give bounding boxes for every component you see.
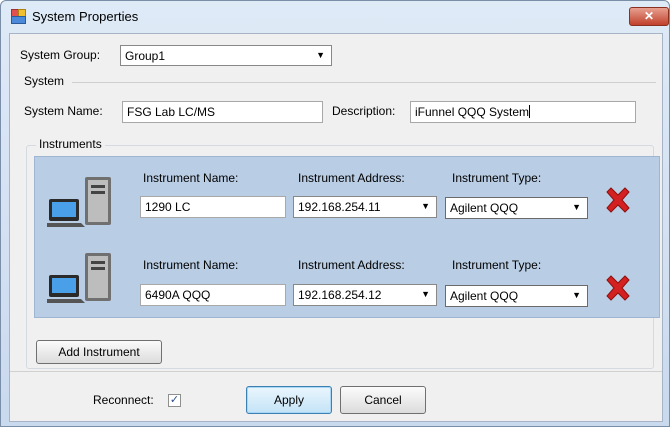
title-bar: System Properties ✕: [1, 1, 669, 31]
window-title: System Properties: [32, 9, 139, 24]
chevron-down-icon: ▼: [316, 50, 325, 60]
description-input[interactable]: iFunnel QQQ System: [410, 101, 636, 123]
system-name-value: FSG Lab LC/MS: [127, 105, 216, 119]
instrument-address-label: Instrument Address:: [298, 258, 405, 272]
chevron-down-icon: ▼: [421, 289, 430, 299]
checkmark-icon: ✓: [169, 394, 180, 406]
footer-divider: [10, 371, 662, 372]
instrument-name-label: Instrument Name:: [143, 258, 239, 272]
add-instrument-button[interactable]: Add Instrument: [36, 340, 162, 364]
instrument-address-label: Instrument Address:: [298, 171, 405, 185]
instrument-name-input[interactable]: 1290 LC: [140, 196, 286, 218]
close-button[interactable]: ✕: [629, 7, 669, 26]
text-caret: [529, 105, 531, 118]
instrument-address-value: 192.168.254.11: [298, 200, 381, 214]
instrument-address-value: 192.168.254.12: [298, 288, 382, 302]
delete-instrument-icon[interactable]: [603, 185, 633, 215]
system-section-divider: [72, 82, 656, 83]
system-group-select[interactable]: Group1 ▼: [120, 45, 332, 66]
instrument-name-value: 1290 LC: [145, 200, 191, 214]
instrument-type-value: Agilent QQQ: [450, 201, 519, 215]
reconnect-label: Reconnect:: [93, 393, 154, 407]
system-group-label: System Group:: [20, 48, 101, 62]
instrument-name-value: 6490A QQQ: [145, 288, 211, 302]
app-icon: [11, 9, 26, 24]
system-group-value: Group1: [125, 49, 166, 63]
dialog-body: System Group: Group1 ▼ System System Nam…: [9, 33, 663, 422]
cancel-button[interactable]: Cancel: [340, 386, 426, 414]
instruments-section-title: Instruments: [36, 137, 105, 151]
computer-icon: [47, 177, 111, 227]
instrument-type-value: Agilent QQQ: [450, 289, 519, 303]
description-label: Description:: [332, 104, 396, 118]
chevron-down-icon: ▼: [572, 202, 581, 212]
chevron-down-icon: ▼: [572, 290, 581, 300]
instrument-type-label: Instrument Type:: [452, 258, 542, 272]
delete-instrument-icon[interactable]: [603, 273, 633, 303]
instrument-address-select[interactable]: 192.168.254.12 ▼: [293, 284, 437, 306]
close-icon: ✕: [643, 9, 655, 23]
instrument-name-label: Instrument Name:: [143, 171, 239, 185]
system-name-label: System Name:: [24, 104, 103, 118]
reconnect-checkbox[interactable]: ✓: [168, 394, 181, 407]
description-value: iFunnel QQQ System: [415, 105, 530, 119]
instrument-type-select[interactable]: Agilent QQQ ▼: [445, 285, 588, 307]
system-section-title: System: [24, 74, 65, 88]
system-properties-window: System Properties ✕ System Group: Group1…: [0, 0, 670, 427]
apply-button[interactable]: Apply: [246, 386, 332, 414]
system-name-input[interactable]: FSG Lab LC/MS: [122, 101, 323, 123]
instrument-address-select[interactable]: 192.168.254.11 ▼: [293, 196, 437, 218]
instrument-type-label: Instrument Type:: [452, 171, 542, 185]
chevron-down-icon: ▼: [421, 201, 430, 211]
instrument-name-input[interactable]: 6490A QQQ: [140, 284, 286, 306]
instruments-panel: Instrument Name: 1290 LC Instrument Addr…: [34, 156, 660, 318]
computer-icon: [47, 253, 111, 303]
instrument-type-select[interactable]: Agilent QQQ ▼: [445, 197, 588, 219]
